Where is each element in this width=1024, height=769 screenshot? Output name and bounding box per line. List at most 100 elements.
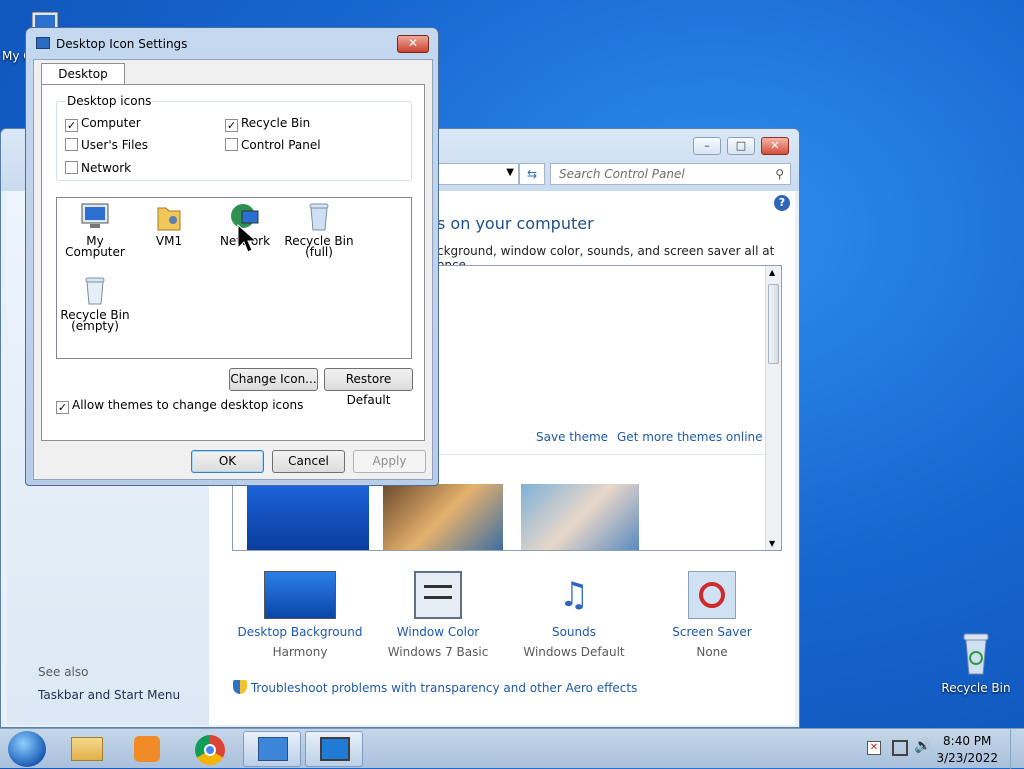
- mouse-cursor-icon: [237, 224, 257, 253]
- settings-icon: [36, 37, 50, 49]
- action-center-icon[interactable]: ✕: [867, 741, 881, 755]
- recycle-bin-icon: [963, 633, 989, 675]
- icon-item-recycle-bin-empty[interactable]: Recycle Bin (empty): [57, 276, 133, 332]
- search-input[interactable]: Search Control Panel ⚲: [550, 163, 791, 185]
- icon-label: My Computer: [65, 234, 125, 259]
- icon-label-2: (full): [305, 245, 333, 259]
- dialog-title: Desktop Icon Settings: [56, 37, 188, 51]
- show-desktop-button[interactable]: [1010, 729, 1024, 769]
- item-label: Screen Saver: [672, 625, 752, 639]
- shield-icon: [233, 680, 247, 694]
- desktop-icons-group: Desktop icons ✓ Computer ✓ Recycle Bin Use…: [56, 94, 412, 181]
- start-button[interactable]: [8, 731, 46, 767]
- computer-icon: [81, 203, 109, 228]
- desktop-icon-settings-dialog: Desktop Icon Settings ✕ Desktop Icons De…: [25, 27, 439, 486]
- vertical-scrollbar[interactable]: ▲ ▼: [765, 266, 781, 550]
- checkbox-label: Allow themes to change desktop icons: [72, 398, 304, 412]
- refresh-button[interactable]: ⇆: [519, 163, 545, 185]
- troubleshoot-link[interactable]: Troubleshoot problems with transparency …: [233, 680, 637, 695]
- help-icon[interactable]: ?: [774, 195, 790, 211]
- item-value: None: [696, 645, 728, 659]
- group-label: Desktop icons: [65, 94, 154, 108]
- icon-item-recycle-bin-full[interactable]: Recycle Bin (full): [281, 202, 357, 258]
- change-icon-button[interactable]: Change Icon...: [229, 368, 318, 391]
- display-settings-icon: [320, 737, 350, 761]
- tab-panel: Desktop icons ✓ Computer ✓ Recycle Bin Use…: [41, 84, 425, 441]
- check-icon: ✓: [225, 119, 238, 132]
- restore-default-button[interactable]: Restore Default: [324, 368, 413, 407]
- check-icon: ✓: [65, 119, 78, 132]
- screen-saver-icon: [688, 571, 736, 619]
- minimize-button[interactable]: –: [693, 137, 721, 155]
- item-label: Desktop Background: [237, 625, 363, 639]
- taskbar-media-player-button[interactable]: [118, 731, 176, 767]
- troubleshoot-label: Troubleshoot problems with transparency …: [250, 681, 638, 695]
- checkbox-box: [225, 138, 238, 151]
- theme-thumbnail[interactable]: [383, 484, 503, 550]
- checkbox-label: Network: [81, 161, 132, 175]
- save-theme-link[interactable]: Save theme: [536, 430, 608, 444]
- desktop-background-item[interactable]: Desktop Background Harmony: [235, 571, 365, 659]
- cancel-button[interactable]: Cancel: [272, 450, 345, 473]
- folder-icon: [71, 737, 103, 761]
- control-panel-icon: [258, 737, 288, 761]
- clock-date: 3/23/2022: [936, 751, 998, 765]
- desktop-icon-label: Recycle Bin: [941, 681, 1011, 695]
- apply-button[interactable]: Apply: [353, 450, 426, 473]
- checkbox-control-panel[interactable]: Control Panel: [225, 138, 321, 152]
- clock-time: 8:40 PM: [943, 734, 992, 748]
- volume-icon[interactable]: 🔊: [914, 738, 931, 754]
- tab-desktop-icons[interactable]: Desktop Icons: [41, 63, 125, 101]
- check-icon: ✓: [56, 401, 69, 414]
- checkbox-box: [65, 161, 78, 174]
- system-clock[interactable]: 8:40 PM 3/23/2022: [936, 733, 998, 767]
- scroll-up-icon[interactable]: ▲: [769, 268, 775, 277]
- taskbar-chrome-button[interactable]: [182, 731, 240, 767]
- close-button[interactable]: ✕: [397, 35, 429, 53]
- user-folder-icon: [157, 207, 181, 231]
- checkbox-network[interactable]: Network: [65, 161, 131, 175]
- checkbox-users-files[interactable]: User's Files: [65, 138, 148, 152]
- window-color-item[interactable]: Window Color Windows 7 Basic: [373, 571, 503, 659]
- checkbox-computer[interactable]: ✓ Computer: [65, 116, 141, 132]
- desktop-icon-recycle-bin[interactable]: Recycle Bin: [936, 630, 1016, 695]
- search-icon: ⚲: [775, 167, 784, 181]
- desktop-background-icon: [264, 571, 336, 619]
- taskbar-start-menu-link[interactable]: Taskbar and Start Menu: [38, 688, 180, 702]
- recycle-bin-icon: [309, 203, 329, 231]
- checkbox-allow-themes[interactable]: ✓ Allow themes to change desktop icons: [56, 398, 303, 414]
- checkbox-box: [65, 138, 78, 151]
- taskbar-desktop-icon-settings-button[interactable]: [305, 731, 363, 767]
- checkbox-recycle-bin[interactable]: ✓ Recycle Bin: [225, 116, 310, 132]
- taskbar-explorer-button[interactable]: [58, 731, 116, 767]
- screen-saver-item[interactable]: Screen Saver None: [647, 571, 777, 659]
- theme-thumbnail[interactable]: [521, 484, 639, 550]
- search-placeholder: Search Control Panel: [559, 167, 685, 181]
- media-player-icon: [134, 736, 160, 762]
- sounds-item[interactable]: ♫ Sounds Windows Default: [509, 571, 639, 659]
- icon-item-my-computer[interactable]: My Computer: [57, 202, 133, 258]
- taskbar-control-panel-button[interactable]: [243, 731, 301, 767]
- checkbox-label: Computer: [81, 116, 141, 130]
- icon-item-vm1[interactable]: VM1: [131, 202, 207, 247]
- scroll-thumb[interactable]: [768, 284, 779, 364]
- icon-label: VM1: [155, 234, 183, 248]
- scroll-down-icon[interactable]: ▼: [769, 539, 775, 548]
- item-value: Windows 7 Basic: [387, 645, 489, 659]
- theme-thumbnail[interactable]: [247, 486, 369, 550]
- close-button[interactable]: ✕: [761, 137, 789, 155]
- see-also-label: See also: [38, 665, 89, 679]
- chevron-down-icon[interactable]: ▼: [506, 167, 514, 178]
- network-tray-icon[interactable]: [892, 740, 908, 756]
- item-label: Sounds: [551, 625, 597, 639]
- ok-button[interactable]: OK: [191, 450, 264, 473]
- item-label: Window Color: [396, 625, 480, 639]
- get-more-themes-link[interactable]: Get more themes online: [617, 430, 763, 444]
- item-value: Windows Default: [523, 645, 625, 659]
- sounds-icon: ♫: [558, 575, 590, 615]
- icon-label-2: (empty): [71, 319, 119, 333]
- taskbar: ✕ 🔊 8:40 PM 3/23/2022: [0, 728, 1024, 769]
- maximize-button[interactable]: □: [727, 137, 755, 155]
- item-value: Harmony: [272, 645, 328, 659]
- icon-list[interactable]: My Computer VM1 Network: [56, 197, 412, 359]
